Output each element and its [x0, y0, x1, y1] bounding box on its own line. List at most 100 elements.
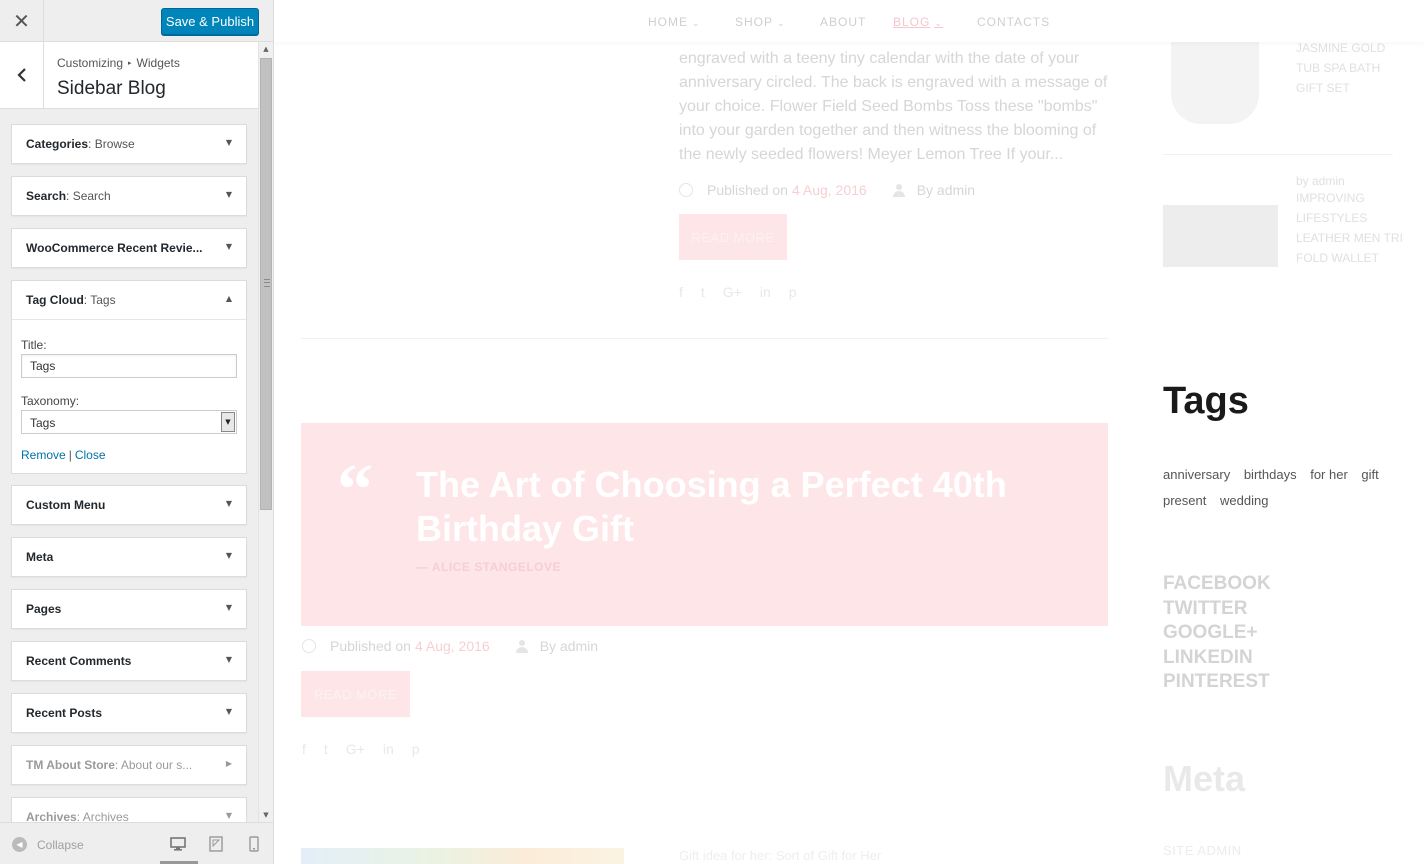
- nav-home[interactable]: HOME ⌄: [648, 15, 701, 29]
- linkedin-icon[interactable]: in: [383, 741, 394, 757]
- taxonomy-select[interactable]: Tags ▼: [21, 410, 237, 434]
- scroll-up-icon[interactable]: ▲: [259, 42, 273, 56]
- social-links: FACEBOOK TWITTER GOOGLE+ LINKEDIN PINTER…: [1163, 572, 1271, 695]
- section-header: Customizing ▸ Widgets Sidebar Blog: [0, 42, 258, 109]
- desktop-icon: [170, 836, 186, 851]
- social-pinterest[interactable]: PINTEREST: [1163, 670, 1271, 695]
- post-author[interactable]: By admin: [917, 182, 975, 198]
- tablet-preview-button[interactable]: [207, 835, 225, 853]
- read-more-button[interactable]: READ MORE: [301, 671, 410, 717]
- meta-widget-title: Meta: [1163, 758, 1246, 799]
- user-icon: [515, 639, 528, 653]
- tag-link[interactable]: anniversary: [1163, 462, 1230, 488]
- close-link[interactable]: Close: [75, 448, 106, 462]
- post-author[interactable]: By admin: [540, 638, 598, 654]
- expand-arrow-icon[interactable]: ▼: [226, 603, 232, 612]
- expand-arrow-icon[interactable]: ▶: [226, 759, 232, 768]
- google-plus-icon[interactable]: G+: [346, 741, 365, 757]
- widget-tag-cloud[interactable]: Tag Cloud: Tags ▲: [11, 280, 247, 320]
- nav-label: ABOUT: [820, 15, 867, 29]
- widget-custom-menu[interactable]: Custom Menu ▼: [11, 485, 247, 525]
- product-image[interactable]: [1171, 42, 1259, 124]
- collapse-button[interactable]: ◀ Collapse: [12, 837, 84, 852]
- quote-icon: “: [337, 449, 373, 529]
- published-prefix: Published on: [707, 182, 788, 198]
- tag-link[interactable]: for her: [1310, 462, 1348, 488]
- quote-author: — ALICE STANGELOVE: [416, 560, 562, 574]
- mobile-preview-button[interactable]: [245, 835, 263, 853]
- social-linkedin[interactable]: LINKEDIN: [1163, 646, 1271, 671]
- facebook-icon[interactable]: f: [302, 741, 306, 757]
- widget-pages[interactable]: Pages ▼: [11, 589, 247, 629]
- nav-about[interactable]: ABOUT: [820, 15, 866, 29]
- pinterest-icon[interactable]: p: [789, 284, 797, 300]
- quote-title[interactable]: The Art of Choosing a Perfect 40th Birth…: [416, 463, 1036, 551]
- twitter-icon[interactable]: t: [701, 284, 705, 300]
- widget-title: Categories: [26, 137, 89, 151]
- tag-link[interactable]: present: [1163, 488, 1206, 514]
- chevron-left-icon: [16, 68, 26, 82]
- widget-title: Meta: [26, 550, 54, 564]
- tag-link[interactable]: wedding: [1220, 488, 1268, 514]
- social-google-plus[interactable]: GOOGLE+: [1163, 621, 1271, 646]
- post-date[interactable]: 4 Aug, 2016: [792, 182, 867, 198]
- expand-arrow-icon[interactable]: ▼: [226, 190, 232, 199]
- facebook-icon[interactable]: f: [679, 284, 683, 300]
- expand-arrow-icon[interactable]: ▼: [226, 551, 232, 560]
- widget-subtitle: : About our s...: [114, 758, 193, 772]
- desktop-preview-button[interactable]: [169, 835, 187, 853]
- title-input[interactable]: [21, 354, 237, 378]
- scrollbar-thumb[interactable]: [260, 58, 272, 510]
- clock-icon: [679, 183, 693, 197]
- close-customizer-button[interactable]: ✕: [0, 0, 44, 42]
- remove-link[interactable]: Remove: [21, 448, 66, 462]
- linkedin-icon[interactable]: in: [760, 284, 771, 300]
- tag-link[interactable]: birthdays: [1244, 462, 1297, 488]
- nav-contacts[interactable]: CONTACTS: [977, 15, 1050, 29]
- taxonomy-label: Taxonomy:: [21, 394, 80, 408]
- scroll-down-icon[interactable]: ▼: [259, 808, 273, 822]
- expand-arrow-icon[interactable]: ▼: [226, 138, 232, 147]
- widget-recent-posts[interactable]: Recent Posts ▼: [11, 693, 247, 733]
- chevron-down-icon: ⌄: [934, 18, 943, 28]
- back-button[interactable]: [0, 42, 44, 108]
- twitter-icon[interactable]: t: [324, 741, 328, 757]
- nav-shop[interactable]: SHOP ⌄: [735, 15, 786, 29]
- read-more-button[interactable]: READ MORE: [679, 214, 787, 260]
- expand-arrow-icon[interactable]: ▼: [226, 242, 232, 251]
- post-date[interactable]: 4 Aug, 2016: [415, 638, 490, 654]
- widget-recent-comments[interactable]: Recent Comments ▼: [11, 641, 247, 681]
- product-image[interactable]: [1163, 205, 1278, 267]
- save-publish-button[interactable]: Save & Publish: [161, 8, 259, 35]
- expand-arrow-icon[interactable]: ▼: [226, 655, 232, 664]
- post-title[interactable]: Gift idea for her: Sort of Gift for Her: [679, 848, 881, 863]
- widget-categories[interactable]: Categories: Browse ▼: [11, 124, 247, 164]
- widget-subtitle: : Browse: [88, 137, 135, 151]
- widget-tm-about-store[interactable]: TM About Store: About our s... ▶: [11, 745, 247, 785]
- chevron-down-icon: ⌄: [777, 18, 786, 28]
- social-twitter[interactable]: TWITTER: [1163, 597, 1271, 622]
- product-name[interactable]: IMPROVING LIFESTYLES LEATHER MEN TRI FOL…: [1296, 188, 1406, 268]
- widget-search[interactable]: Search: Search ▼: [11, 176, 247, 216]
- dropdown-arrow-icon[interactable]: ▼: [221, 412, 235, 432]
- widget-meta[interactable]: Meta ▼: [11, 537, 247, 577]
- widget-woocommerce-recent-reviews[interactable]: WooCommerce Recent Revie... ▼: [11, 228, 247, 268]
- expand-arrow-icon[interactable]: ▼: [226, 811, 232, 820]
- clock-icon: [302, 639, 316, 653]
- pinterest-icon[interactable]: p: [412, 741, 420, 757]
- widget-subtitle: : Tags: [83, 293, 116, 307]
- collapse-icon: ◀: [12, 837, 27, 852]
- customizer-sidebar: ✕ Save & Publish Customizing ▸ Widgets S…: [0, 0, 274, 864]
- expand-arrow-icon[interactable]: ▼: [226, 499, 232, 508]
- product-name[interactable]: JASMINE GOLD TUB SPA BATH GIFT SET: [1296, 38, 1406, 98]
- site-admin-link[interactable]: SITE ADMIN: [1163, 843, 1242, 858]
- collapse-arrow-icon[interactable]: ▲: [226, 294, 232, 303]
- post-thumbnail[interactable]: [301, 848, 624, 864]
- widget-title: Search: [26, 189, 67, 203]
- sidebar-scrollbar[interactable]: ▲ ▼: [258, 42, 273, 822]
- nav-blog[interactable]: BLOG ⌄: [893, 15, 943, 29]
- social-facebook[interactable]: FACEBOOK: [1163, 572, 1271, 597]
- google-plus-icon[interactable]: G+: [723, 284, 742, 300]
- tag-link[interactable]: gift: [1361, 462, 1378, 488]
- expand-arrow-icon[interactable]: ▼: [226, 707, 232, 716]
